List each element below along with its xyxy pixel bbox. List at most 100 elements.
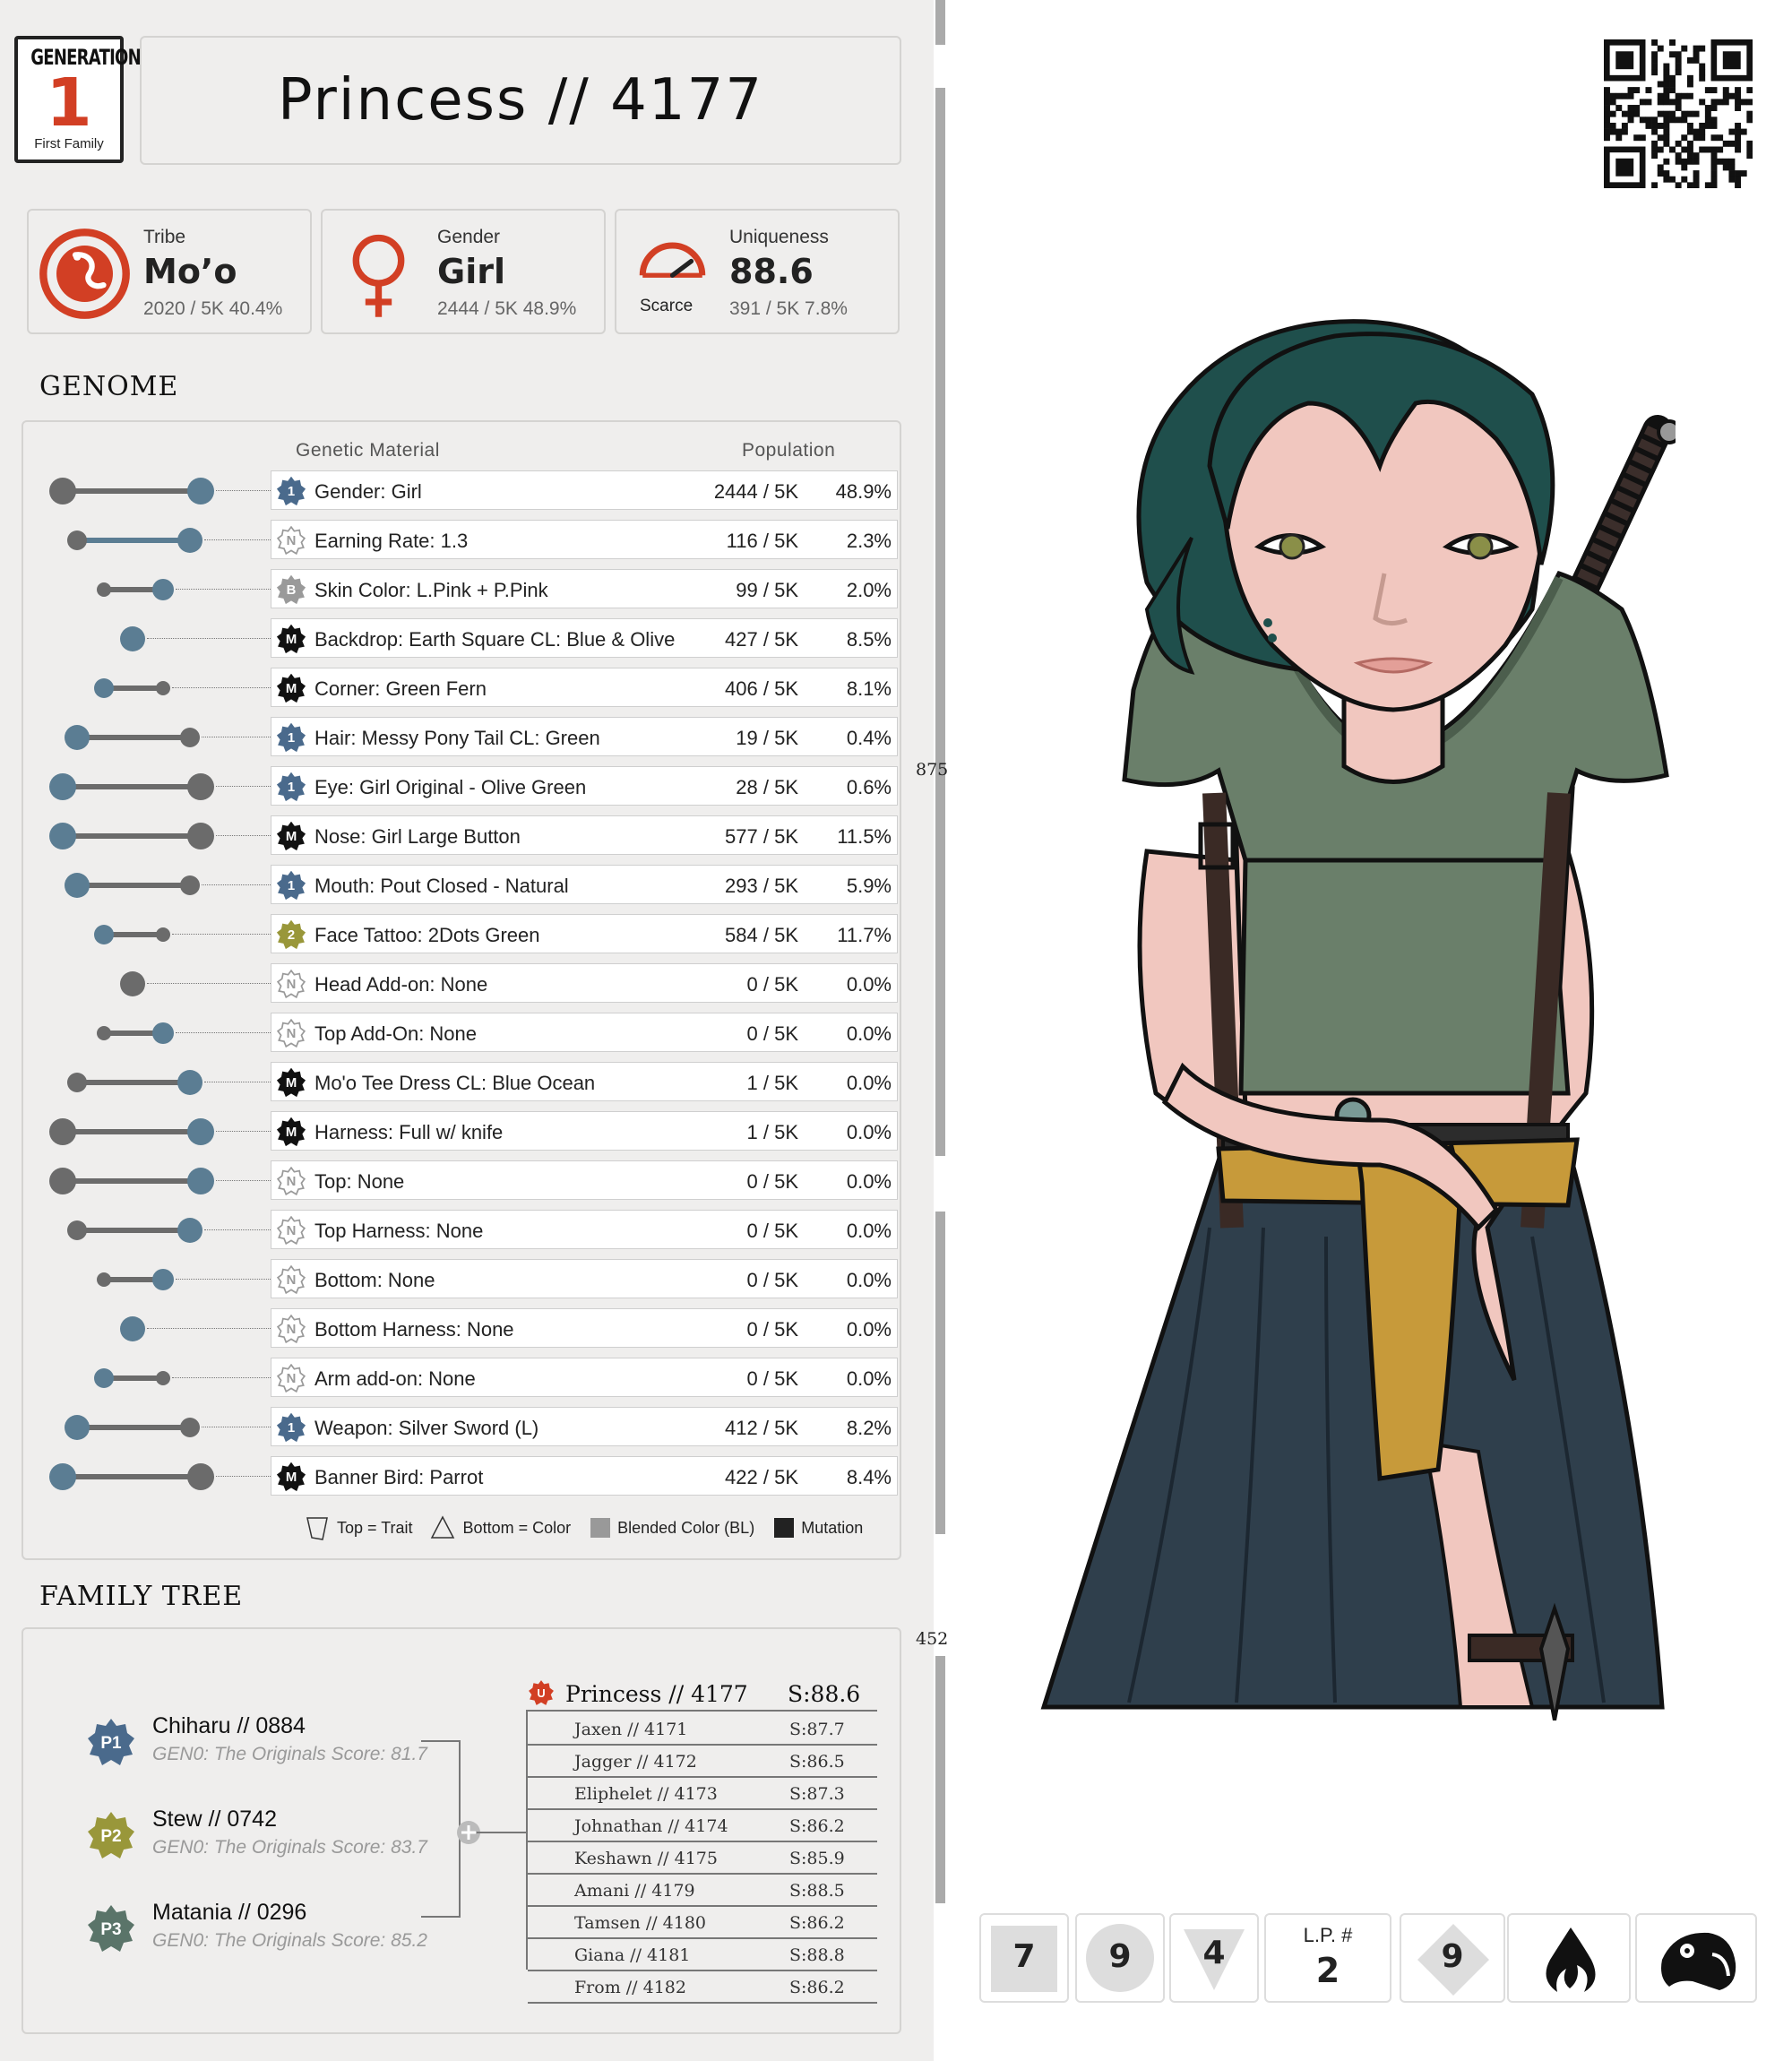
gene-population: 0 / 5K	[746, 1318, 798, 1341]
genome-row[interactable]: N Arm add-on: None 0 / 5K 0.0%	[23, 1358, 919, 1397]
sibling-row[interactable]: Amani // 4179 S:88.5	[528, 1875, 877, 1907]
generation-label: GENERATION	[30, 45, 141, 70]
gene-dot-left	[67, 1220, 87, 1240]
sibling-name: Johnathan // 4174	[574, 1816, 728, 1836]
genome-row[interactable]: 1 Weapon: Silver Sword (L) 412 / 5K 8.2%	[23, 1407, 919, 1446]
genome-row[interactable]: M Banner Bird: Parrot 422 / 5K 8.4%	[23, 1456, 919, 1496]
gene-name: Mouth: Pout Closed - Natural	[314, 875, 569, 897]
gene-dot-right	[180, 728, 200, 747]
genome-row[interactable]: 1 Gender: Girl 2444 / 5K 48.9%	[23, 470, 919, 510]
sibling-row[interactable]: Eliphelet // 4173 S:87.3	[528, 1778, 877, 1810]
svg-text:N: N	[287, 978, 297, 992]
genome-row[interactable]: N Earning Rate: 1.3 116 / 5K 2.3%	[23, 520, 919, 559]
genome-row[interactable]: N Bottom Harness: None 0 / 5K 0.0%	[23, 1308, 919, 1348]
tile-value: 2	[1315, 1951, 1340, 1990]
svg-text:M: M	[286, 830, 297, 844]
gene-dot-right	[187, 478, 214, 504]
sibling-name: Giana // 4181	[574, 1945, 691, 1965]
tile-diamond[interactable]: 9	[1400, 1913, 1505, 2003]
gene-leader	[202, 884, 271, 885]
gene-badge-icon: N	[277, 1167, 306, 1195]
sibling-row[interactable]: Jaxen // 4171 S:87.7	[528, 1713, 877, 1746]
tile-square[interactable]: 7	[979, 1913, 1069, 2003]
gene-badge-icon: B	[277, 575, 306, 604]
gene-badge-icon: 1	[277, 723, 306, 752]
sibling-row[interactable]: Johnathan // 4174 S:86.2	[528, 1810, 877, 1842]
tile-parrot[interactable]	[1635, 1913, 1757, 2003]
genome-row[interactable]: 2 Face Tattoo: 2Dots Green 584 / 5K 11.7%	[23, 914, 919, 953]
scroll-track-segment	[935, 88, 945, 1156]
scroll-track-segment	[935, 1212, 945, 1534]
genome-legend: Top = Trait Bottom = Color Blended Color…	[305, 1514, 863, 1541]
gene-population: 0 / 5K	[746, 1367, 798, 1390]
sibling-score: S:86.5	[789, 1752, 845, 1772]
gene-dot-left	[94, 1368, 114, 1388]
gene-population: 0 / 5K	[746, 973, 798, 996]
gender-label: Gender	[437, 227, 501, 247]
sibling-row[interactable]: From // 4182 S:86.2	[528, 1971, 877, 2004]
uniqueness-label: Uniqueness	[729, 227, 829, 247]
tile-flame[interactable]	[1507, 1913, 1631, 2003]
genome-row[interactable]: B Skin Color: L.Pink + P.Pink 99 / 5K 2.0%	[23, 569, 919, 608]
svg-text:M: M	[286, 1470, 297, 1485]
gene-dot-right	[187, 1463, 214, 1490]
gene-dot-right	[152, 1022, 174, 1044]
genome-row[interactable]: 1 Hair: Messy Pony Tail CL: Green 19 / 5K 0…	[23, 717, 919, 756]
genome-row[interactable]: N Top: None 0 / 5K 0.0%	[23, 1160, 919, 1200]
gene-percent: 11.5%	[837, 825, 892, 848]
gene-percent: 8.2%	[846, 1417, 892, 1439]
genome-row[interactable]: M Harness: Full w/ knife 1 / 5K 0.0%	[23, 1111, 919, 1151]
gene-badge-icon: N	[277, 1216, 306, 1245]
gene-dot-right	[152, 1269, 174, 1290]
gene-badge-icon: M	[277, 625, 306, 653]
gene-badge-icon: 1	[277, 1413, 306, 1442]
gene-dot-right	[180, 1418, 200, 1437]
genome-row[interactable]: N Top Add-On: None 0 / 5K 0.0%	[23, 1013, 919, 1052]
sibling-row[interactable]: Keshawn // 4175 S:85.9	[528, 1842, 877, 1875]
gender-card: Gender Girl 2444 / 5K 48.9%	[321, 209, 606, 334]
genome-row[interactable]: 1 Mouth: Pout Closed - Natural 293 / 5K 5.9…	[23, 865, 919, 904]
genome-row[interactable]: M Mo'o Tee Dress CL: Blue Ocean 1 / 5K 0.0%	[23, 1062, 919, 1101]
parent-name: Chiharu // 0884	[152, 1713, 306, 1738]
genome-row[interactable]: M Nose: Girl Large Button 577 / 5K 11.5%	[23, 815, 919, 855]
tile-triangle[interactable]: 4	[1169, 1913, 1259, 2003]
character-portrait	[1040, 319, 1676, 1720]
genome-row[interactable]: M Corner: Green Fern 406 / 5K 8.1%	[23, 668, 919, 707]
gene-dot-left	[120, 971, 145, 996]
gene-box: 1 Weapon: Silver Sword (L) 412 / 5K 8.2%	[271, 1407, 898, 1446]
gene-name: Bottom Harness: None	[314, 1318, 514, 1341]
genome-row[interactable]: N Bottom: None 0 / 5K 0.0%	[23, 1259, 919, 1298]
gene-slider-track	[77, 1228, 190, 1233]
sibling-score: S:87.7	[789, 1720, 845, 1739]
tile-circle[interactable]: 9	[1075, 1913, 1165, 2003]
sibling-row[interactable]: Giana // 4181 S:88.8	[528, 1939, 877, 1971]
genome-row[interactable]: 1 Eye: Girl Original - Olive Green 28 / 5K…	[23, 766, 919, 806]
svg-text:1: 1	[288, 879, 295, 893]
svg-text:N: N	[287, 1224, 297, 1238]
svg-text:N: N	[287, 1372, 297, 1386]
col-population: Population	[742, 440, 836, 461]
tile-value: 9	[1108, 1938, 1132, 1975]
lizard-icon	[39, 229, 130, 319]
parent-score: GEN0: The Originals Score: 81.7	[152, 1744, 427, 1764]
sibling-row[interactable]: Jagger // 4172 S:86.5	[528, 1746, 877, 1778]
gene-name: Skin Color: L.Pink + P.Pink	[314, 579, 548, 601]
gene-box: N Top Add-On: None 0 / 5K 0.0%	[271, 1013, 898, 1052]
gene-box: N Arm add-on: None 0 / 5K 0.0%	[271, 1358, 898, 1397]
gene-name: Face Tattoo: 2Dots Green	[314, 924, 540, 946]
gene-badge-icon: N	[277, 1364, 306, 1393]
gene-dot-right	[187, 823, 214, 849]
self-score: S:88.6	[788, 1681, 861, 1707]
gene-badge-icon: N	[277, 1265, 306, 1294]
genome-row[interactable]: N Top Harness: None 0 / 5K 0.0%	[23, 1210, 919, 1249]
gene-box: M Backdrop: Earth Square CL: Blue & Olive…	[271, 618, 898, 658]
genome-row[interactable]: N Head Add-on: None 0 / 5K 0.0%	[23, 963, 919, 1003]
genome-row[interactable]: M Backdrop: Earth Square CL: Blue & Olive…	[23, 618, 919, 658]
gene-leader	[216, 1131, 271, 1132]
sibling-row[interactable]: Tamsen // 4180 S:86.2	[528, 1907, 877, 1939]
gene-box: M Harness: Full w/ knife 1 / 5K 0.0%	[271, 1111, 898, 1151]
gene-dot-left	[94, 925, 114, 944]
genome-card: Genetic Material Population 1 Gender: Gir…	[22, 420, 901, 1560]
legend-color: Bottom = Color	[462, 1518, 572, 1537]
tile-lp[interactable]: L.P. # 2	[1264, 1913, 1391, 2003]
